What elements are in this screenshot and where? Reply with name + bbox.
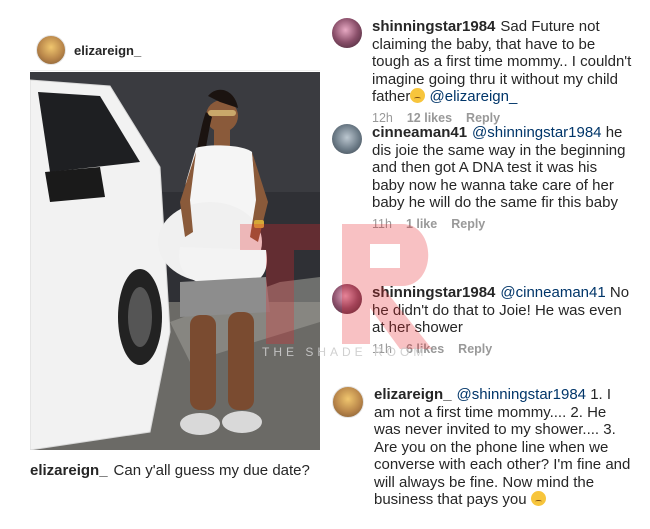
- comment-mention[interactable]: @elizareign_: [430, 88, 518, 105]
- comment-avatar[interactable]: [332, 124, 362, 154]
- reply-button[interactable]: Reply: [458, 341, 492, 359]
- comment-time: 11h: [372, 216, 392, 231]
- post-photo-illustration: [30, 72, 320, 450]
- watermark-text: THE SHADE ROOM: [262, 345, 428, 359]
- post-author-username[interactable]: elizareign_: [74, 43, 141, 58]
- comment-username[interactable]: shinningstar1984: [372, 18, 495, 35]
- comment-2: cinneaman41 @shinningstar1984 he dis joie…: [332, 124, 632, 233]
- comment-mention[interactable]: @shinningstar1984: [472, 124, 601, 141]
- post-author-avatar[interactable]: [36, 35, 66, 65]
- comment-4: elizareign_ @shinningstar1984 1. I am not…: [332, 386, 632, 509]
- reply-button[interactable]: Reply: [451, 216, 485, 234]
- comment-username[interactable]: cinneaman41: [372, 124, 467, 141]
- comment-mention[interactable]: @shinningstar1984: [457, 386, 586, 403]
- comment-text: 1. I am not a first time mommy.... 2. He…: [374, 386, 631, 508]
- caption-text: Can y'all guess my due date?: [113, 462, 310, 479]
- post-photo[interactable]: [30, 72, 320, 450]
- comment-mention[interactable]: @cinneaman41: [500, 284, 605, 301]
- comment-meta: 11h 1 like Reply: [372, 216, 632, 234]
- caption-username[interactable]: elizareign_: [30, 462, 108, 479]
- comment-username[interactable]: elizareign_: [374, 386, 452, 403]
- comment-username[interactable]: shinningstar1984: [372, 284, 495, 301]
- comment-avatar[interactable]: [332, 386, 364, 418]
- post-header: elizareign_: [30, 30, 320, 71]
- comment-1: shinningstar1984 Sad Future not claiming …: [332, 18, 632, 127]
- comment-avatar[interactable]: [332, 284, 362, 314]
- kiss-face-emoji-icon: [530, 491, 546, 506]
- comment-likes[interactable]: 1 like: [406, 216, 437, 234]
- comment-avatar[interactable]: [332, 18, 362, 48]
- sad-face-emoji-icon: [410, 88, 426, 103]
- post-caption: elizareign_ Can y'all guess my due date?: [30, 462, 310, 479]
